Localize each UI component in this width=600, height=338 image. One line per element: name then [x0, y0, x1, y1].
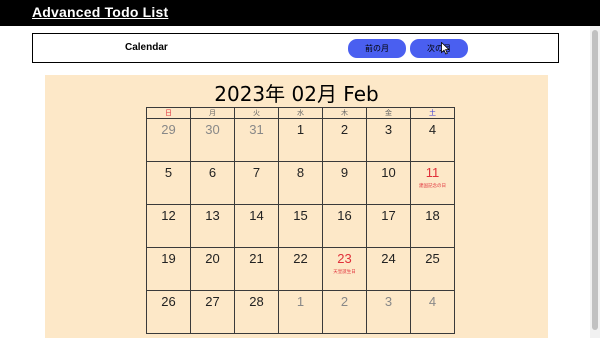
- weekday-header: 火: [234, 107, 279, 119]
- calendar-day-cell[interactable]: 3: [366, 290, 411, 334]
- app-header: Advanced Todo List: [0, 0, 600, 26]
- day-number: 24: [381, 251, 396, 266]
- day-number: 8: [296, 165, 305, 180]
- next-month-button[interactable]: 次の月: [410, 39, 468, 58]
- day-number: 1: [296, 294, 305, 309]
- calendar-day-cell[interactable]: 2: [322, 290, 367, 334]
- calendar-day-cell[interactable]: 17: [366, 204, 411, 248]
- calendar-toolbar: Calendar 前の月 次の月: [32, 33, 559, 63]
- calendar-day-cell[interactable]: 24: [366, 247, 411, 291]
- calendar-week-row: 19 20 21 22 23 天皇誕生日 24 25: [146, 247, 455, 291]
- calendar-day-cell[interactable]: 14: [234, 204, 279, 248]
- day-number: 27: [205, 294, 220, 309]
- day-number: 4: [428, 294, 437, 309]
- scrollbar[interactable]: [590, 26, 600, 338]
- calendar-day-cell[interactable]: 12: [146, 204, 191, 248]
- calendar-day-cell[interactable]: 30: [190, 118, 235, 162]
- day-number: 3: [384, 294, 393, 309]
- toolbar-label: Calendar: [125, 42, 168, 53]
- weekday-header: 月: [190, 107, 235, 119]
- day-number: 2: [340, 294, 349, 309]
- calendar-title: 2023年 02月 Feb: [214, 82, 379, 106]
- calendar-day-cell[interactable]: 6: [190, 161, 235, 205]
- weekday-header: 金: [366, 107, 411, 119]
- day-number: 7: [252, 165, 261, 180]
- day-number: 16: [337, 208, 352, 223]
- day-number: 18: [425, 208, 440, 223]
- day-number: 19: [161, 251, 176, 266]
- day-number: 11: [425, 165, 440, 180]
- calendar-day-cell[interactable]: 2: [322, 118, 367, 162]
- day-number: 4: [428, 122, 437, 137]
- calendar-day-cell[interactable]: 10: [366, 161, 411, 205]
- day-number: 5: [164, 165, 173, 180]
- weekday-header-row: 日月火水木金土: [146, 107, 455, 119]
- calendar-day-cell[interactable]: 19: [146, 247, 191, 291]
- calendar-day-cell[interactable]: 7: [234, 161, 279, 205]
- day-number: 10: [381, 165, 396, 180]
- calendar-day-cell[interactable]: 21: [234, 247, 279, 291]
- day-number: 22: [293, 251, 308, 266]
- calendar-week-row: 5 6 7 8 9 10 11 建国記念の日: [146, 161, 455, 205]
- day-number: 30: [205, 122, 220, 137]
- day-number: 3: [384, 122, 393, 137]
- calendar-day-cell[interactable]: 26: [146, 290, 191, 334]
- calendar-week-row: 29 30 31 1 2 3 4: [146, 118, 455, 162]
- calendar-day-cell[interactable]: 20: [190, 247, 235, 291]
- calendar-day-cell[interactable]: 28: [234, 290, 279, 334]
- calendar-day-cell[interactable]: 16: [322, 204, 367, 248]
- day-number: 13: [205, 208, 220, 223]
- calendar-day-cell[interactable]: 29: [146, 118, 191, 162]
- day-number: 20: [205, 251, 220, 266]
- calendar-day-cell[interactable]: 3: [366, 118, 411, 162]
- weekday-header: 土: [410, 107, 455, 119]
- calendar-grid: 日月火水木金土 29 30 31 1 2 3 4 5 6 7 8 9 10 11 建国記念の日 12 13 14 1…: [146, 107, 455, 334]
- day-number: 29: [161, 122, 176, 137]
- day-number: 31: [249, 122, 264, 137]
- calendar-day-cell[interactable]: 18: [410, 204, 455, 248]
- calendar-week-row: 12 13 14 15 16 17 18: [146, 204, 455, 248]
- day-number: 28: [249, 294, 264, 309]
- calendar-day-cell[interactable]: 1: [278, 290, 323, 334]
- day-number: 2: [340, 122, 349, 137]
- calendar-day-cell[interactable]: 9: [322, 161, 367, 205]
- weekday-header: 水: [278, 107, 323, 119]
- weekday-header: 日: [146, 107, 191, 119]
- calendar-day-cell[interactable]: 8: [278, 161, 323, 205]
- day-number: 23: [337, 251, 352, 266]
- calendar: 2023年 02月 Feb 日月火水木金土 29 30 31 1 2 3 4 5 6 7 8 9 10 1…: [45, 75, 548, 338]
- calendar-day-cell[interactable]: 22: [278, 247, 323, 291]
- day-number: 14: [249, 208, 264, 223]
- day-number: 15: [293, 208, 308, 223]
- calendar-day-cell[interactable]: 15: [278, 204, 323, 248]
- day-number: 6: [208, 165, 217, 180]
- calendar-day-cell[interactable]: 13: [190, 204, 235, 248]
- day-number: 25: [425, 251, 440, 266]
- calendar-day-cell[interactable]: 4: [410, 290, 455, 334]
- calendar-day-cell[interactable]: 23 天皇誕生日: [322, 247, 367, 291]
- scroll-thumb[interactable]: [592, 30, 598, 330]
- weekday-header: 木: [322, 107, 367, 119]
- calendar-day-cell[interactable]: 5: [146, 161, 191, 205]
- calendar-day-cell[interactable]: 31: [234, 118, 279, 162]
- calendar-body: 29 30 31 1 2 3 4 5 6 7 8 9 10 11 建国記念の日 12 13 14 15 16 17 18 1…: [146, 118, 455, 334]
- calendar-day-cell[interactable]: 25: [410, 247, 455, 291]
- calendar-week-row: 26 27 28 1 2 3 4: [146, 290, 455, 334]
- day-number: 9: [340, 165, 349, 180]
- holiday-name: 天皇誕生日: [333, 270, 356, 275]
- day-number: 12: [161, 208, 176, 223]
- prev-month-button[interactable]: 前の月: [348, 39, 406, 58]
- app-title[interactable]: Advanced Todo List: [32, 4, 168, 20]
- calendar-day-cell[interactable]: 27: [190, 290, 235, 334]
- calendar-day-cell[interactable]: 1: [278, 118, 323, 162]
- calendar-day-cell[interactable]: 4: [410, 118, 455, 162]
- holiday-name: 建国記念の日: [419, 184, 446, 189]
- day-number: 21: [249, 251, 264, 266]
- calendar-day-cell[interactable]: 11 建国記念の日: [410, 161, 455, 205]
- day-number: 26: [161, 294, 176, 309]
- day-number: 17: [381, 208, 396, 223]
- day-number: 1: [296, 122, 305, 137]
